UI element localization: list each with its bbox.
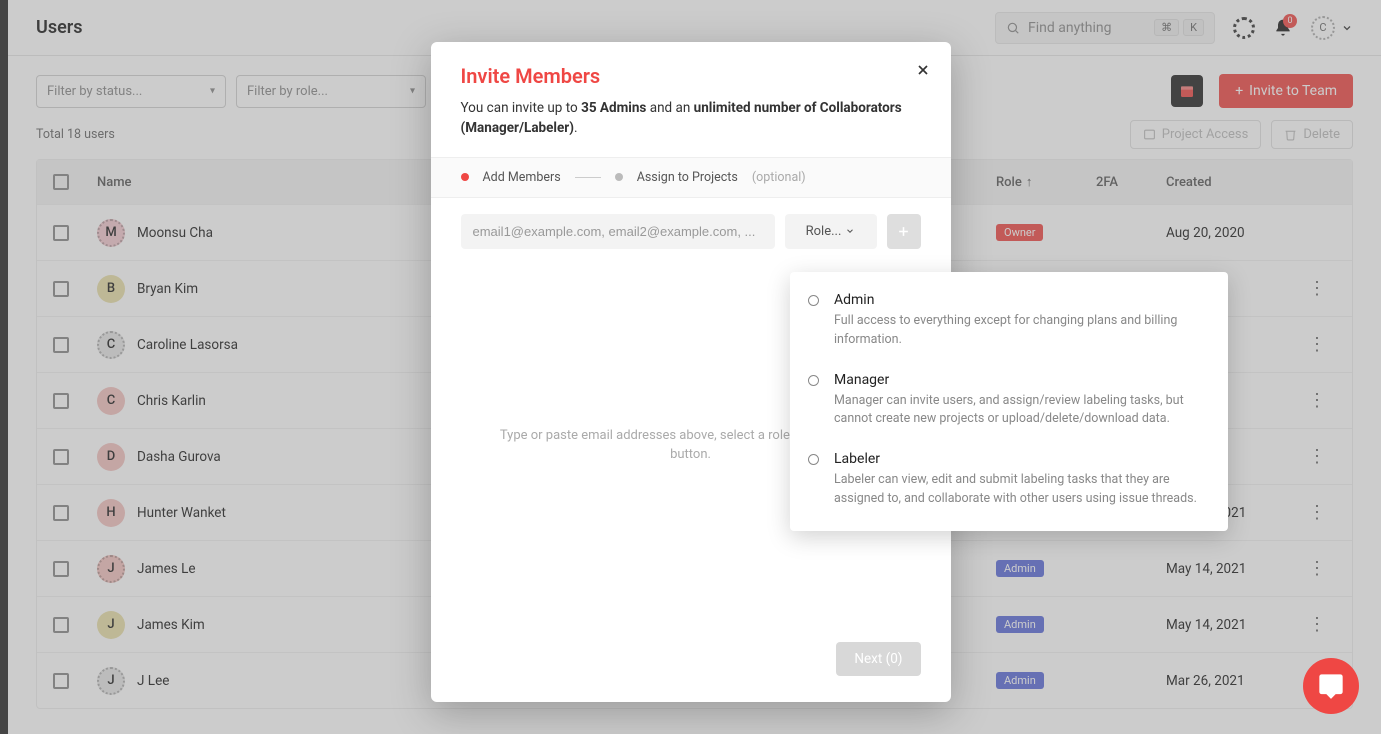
- role-option-desc: Manager can invite users, and assign/rev…: [834, 392, 1206, 430]
- role-option[interactable]: Manager Manager can invite users, and as…: [790, 362, 1228, 442]
- role-option-title: Labeler: [834, 451, 1206, 467]
- role-dropdown: Admin Full access to everything except f…: [790, 272, 1228, 531]
- modal-title: Invite Members: [461, 64, 921, 88]
- add-button[interactable]: [887, 214, 921, 249]
- step-optional-label: (optional): [752, 170, 806, 185]
- radio-icon: [808, 295, 819, 306]
- role-option-desc: Labeler can view, edit and submit labeli…: [834, 471, 1206, 509]
- chat-fab[interactable]: [1303, 658, 1359, 714]
- role-select[interactable]: Role...: [785, 214, 877, 249]
- role-option[interactable]: Admin Full access to everything except f…: [790, 282, 1228, 362]
- role-option[interactable]: Labeler Labeler can view, edit and submi…: [790, 441, 1228, 521]
- close-icon: [915, 62, 931, 78]
- close-button[interactable]: [915, 62, 931, 78]
- next-button[interactable]: Next (0): [836, 642, 920, 676]
- role-option-title: Manager: [834, 372, 1206, 388]
- chat-icon: [1317, 672, 1345, 700]
- step-connector: [575, 177, 601, 178]
- role-option-title: Admin: [834, 292, 1206, 308]
- step-add-members: Add Members: [483, 170, 561, 185]
- modal-steps: Add Members Assign to Projects (optional…: [431, 157, 951, 198]
- step-dot-active: [461, 173, 469, 181]
- plus-icon: [896, 224, 911, 239]
- radio-icon: [808, 375, 819, 386]
- email-input[interactable]: [461, 214, 775, 249]
- chevron-down-icon: [845, 226, 855, 236]
- step-assign-projects: Assign to Projects: [637, 170, 738, 185]
- modal-subtitle: You can invite up to 35 Admins and an un…: [461, 98, 921, 139]
- role-option-desc: Full access to everything except for cha…: [834, 312, 1206, 350]
- step-dot-inactive: [615, 173, 623, 181]
- radio-icon: [808, 454, 819, 465]
